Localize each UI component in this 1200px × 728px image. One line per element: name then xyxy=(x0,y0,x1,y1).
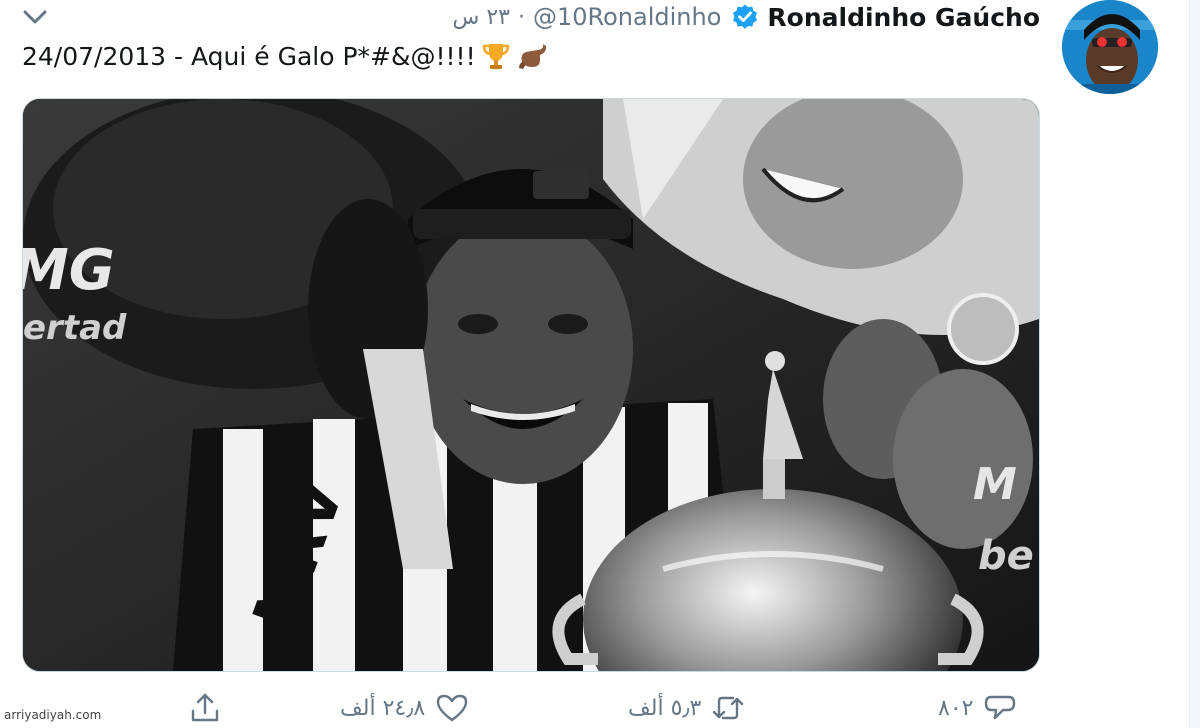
svg-text:be: be xyxy=(978,533,1034,579)
retweet-action[interactable]: ٥٫٣ ألف xyxy=(628,688,745,728)
tweet-timestamp[interactable]: ٢٣ س xyxy=(452,5,510,30)
chevron-down-icon[interactable] xyxy=(22,8,48,26)
share-icon[interactable] xyxy=(188,691,222,725)
tweet-actions: ٨٠٢ ٥٫٣ ألف ٢٤٫٨ ألف xyxy=(0,688,1200,728)
call-me-hand-emoji xyxy=(518,44,546,69)
reply-count: ٨٠٢ xyxy=(938,695,974,721)
avatar-photo xyxy=(1062,0,1158,94)
svg-text:M: M xyxy=(973,459,1017,510)
tweet-text: 24/07/2013 - Aqui é Galo P*#&@!!!! xyxy=(22,40,548,72)
display-name[interactable]: Ronaldinho Gaúcho xyxy=(767,3,1040,32)
retweet-count: ٥٫٣ ألف xyxy=(628,695,702,721)
trophy-emoji xyxy=(482,44,509,69)
like-count: ٢٤٫٨ ألف xyxy=(340,695,426,721)
celebration-photo: MG ertad MRV M be xyxy=(23,99,1039,671)
avatar[interactable] xyxy=(1062,0,1158,94)
tweet-card: ٢٣ س · @10Ronaldinho Ronaldinho Gaúcho 2… xyxy=(0,0,1200,728)
like-action[interactable]: ٢٤٫٨ ألف xyxy=(340,688,469,728)
reply-action[interactable]: ٨٠٢ xyxy=(938,688,1017,728)
share-action[interactable] xyxy=(188,688,222,728)
heart-icon[interactable] xyxy=(435,691,469,725)
retweet-icon[interactable] xyxy=(711,691,745,725)
reply-icon[interactable] xyxy=(983,691,1017,725)
user-handle[interactable]: @10Ronaldinho xyxy=(533,3,721,31)
svg-text:ertad: ertad xyxy=(23,308,127,348)
page-edge-divider xyxy=(1189,0,1200,728)
svg-text:MG: MG xyxy=(23,238,115,303)
header-separator: · xyxy=(517,4,525,30)
tweet-header: ٢٣ س · @10Ronaldinho Ronaldinho Gaúcho xyxy=(452,2,1040,32)
site-watermark: arriyadiyah.com xyxy=(4,708,102,722)
tweet-body: 24/07/2013 - Aqui é Galo P*#&@!!!! xyxy=(22,41,476,71)
tweet-photo[interactable]: MG ertad MRV M be xyxy=(22,98,1040,672)
verified-badge-icon xyxy=(733,4,758,29)
